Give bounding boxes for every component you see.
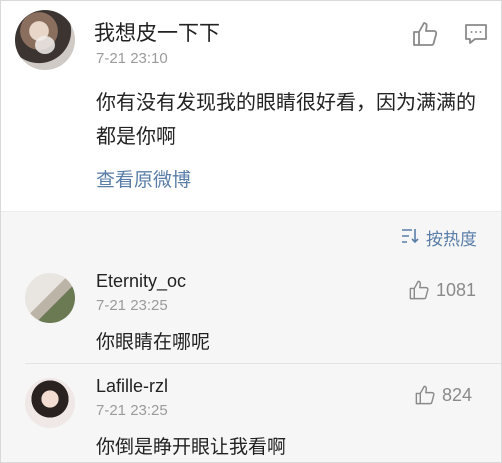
comment-icon[interactable] — [464, 22, 488, 46]
sort-icon[interactable] — [401, 228, 419, 244]
like-count: 824 — [442, 384, 473, 405]
commenter-name[interactable]: Eternity_oc — [96, 271, 186, 292]
thumbs-up-icon — [409, 280, 429, 300]
commenter-name[interactable]: Lafille-rzl — [96, 376, 168, 397]
commenter-avatar[interactable] — [25, 378, 75, 428]
comment-like-button[interactable]: 824 — [414, 382, 472, 408]
comment-timestamp: 7-21 23:25 — [96, 402, 168, 419]
thumbs-up-icon[interactable] — [411, 20, 439, 48]
post-body-text: 你有没有发现我的眼睛很好看，因为满满的都是你啊 — [96, 90, 476, 148]
view-original-post-link[interactable]: 查看原微博 — [96, 165, 191, 192]
commenter-avatar[interactable] — [25, 273, 75, 323]
comment-item: Eternity_oc 7-21 23:25 你眼睛在哪呢 1081 — [1, 259, 501, 364]
comment-text: 你眼睛在哪呢 — [96, 331, 211, 353]
comment-timestamp: 7-21 23:25 — [96, 297, 168, 314]
weibo-comment-view: 我想皮一下下 7-21 23:10 你有没有发现我的眼睛很好看，因为满满的都是你… — [0, 0, 502, 463]
sort-by-hot-button[interactable]: 按热度 — [426, 225, 477, 250]
post-author-avatar[interactable] — [15, 10, 75, 70]
thumbs-up-icon — [415, 385, 435, 405]
comment-sort-bar: 按热度 — [1, 211, 501, 259]
like-count: 1081 — [436, 279, 477, 300]
post-timestamp: 7-21 23:10 — [96, 50, 168, 67]
comment-item: Lafille-rzl 7-21 23:25 你倒是睁开眼让我看啊 824 — [1, 364, 501, 462]
original-post: 我想皮一下下 7-21 23:10 你有没有发现我的眼睛很好看，因为满满的都是你… — [1, 1, 501, 211]
comment-text: 你倒是睁开眼让我看啊 — [96, 436, 287, 458]
comment-like-button[interactable]: 1081 — [408, 277, 476, 303]
post-author-name[interactable]: 我想皮一下下 — [94, 17, 220, 47]
